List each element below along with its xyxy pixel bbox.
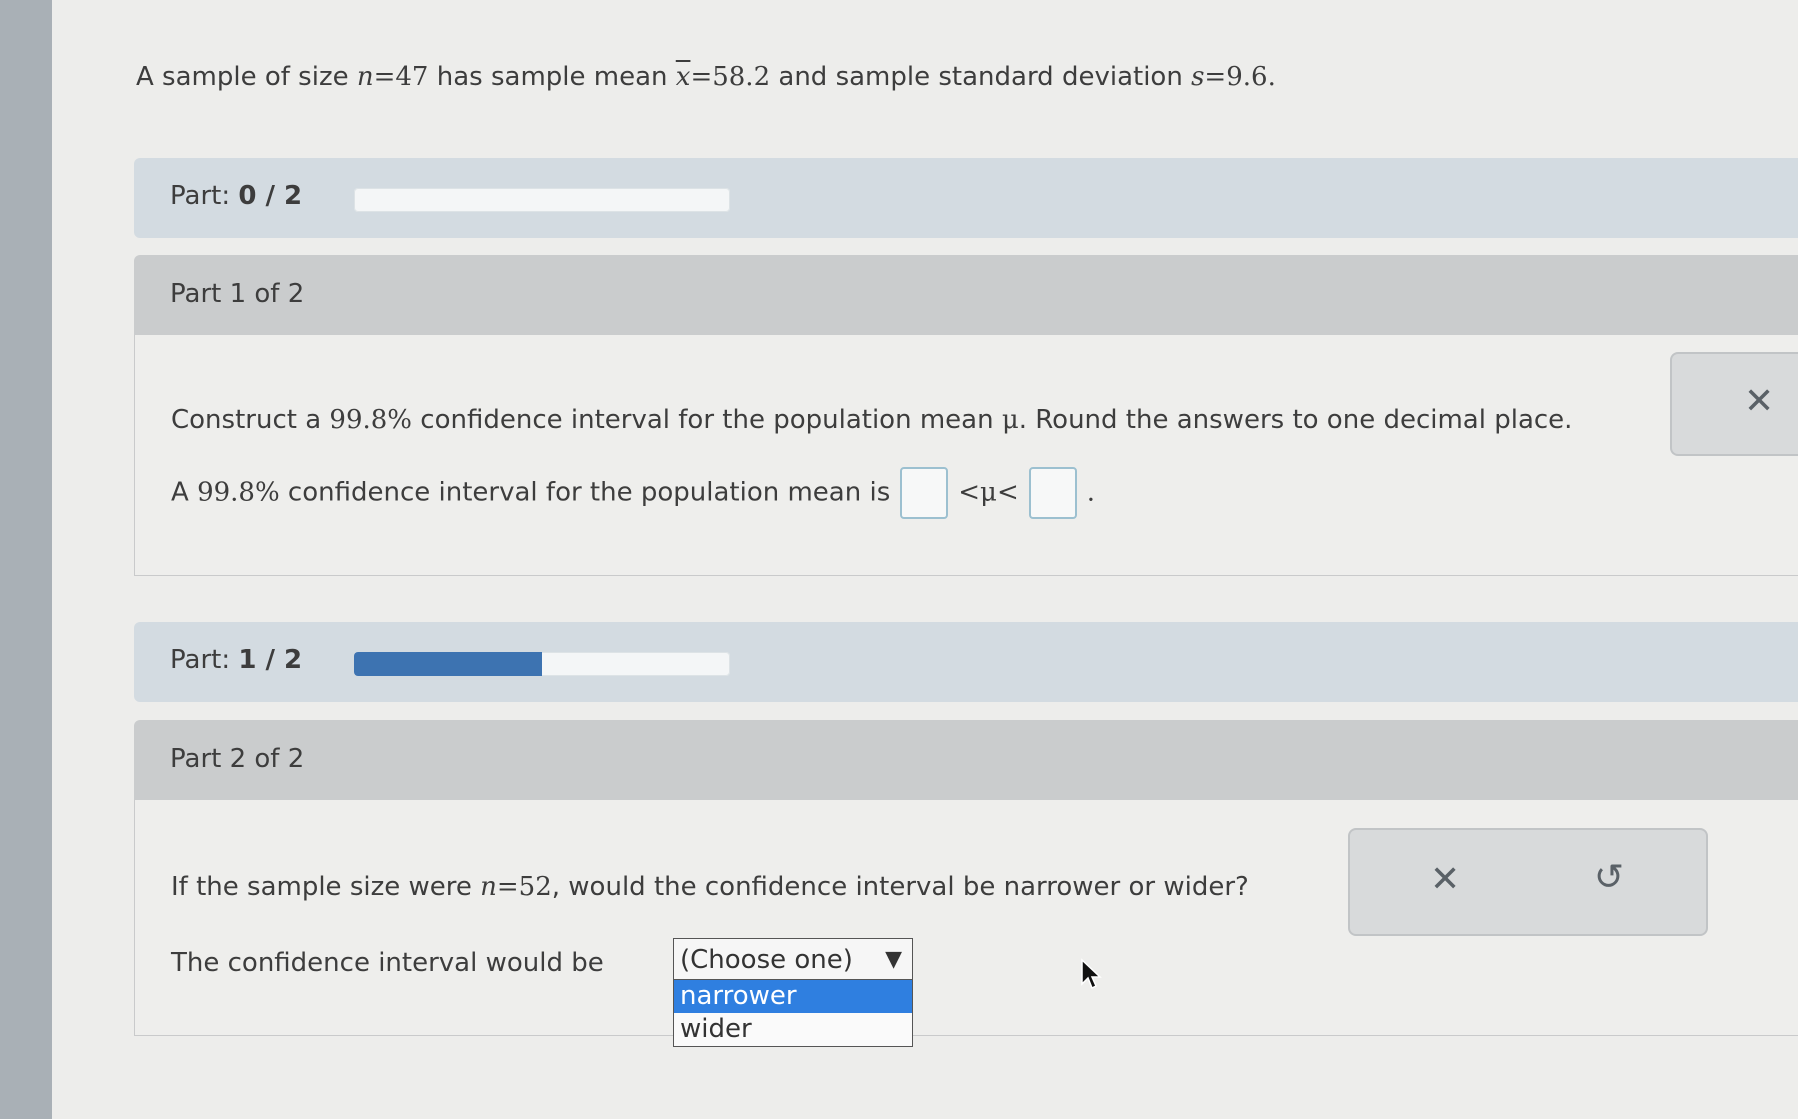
clear-icon[interactable]: ✕ [1430, 862, 1460, 898]
part-status-value: 1 / 2 [238, 645, 303, 675]
answer-text: The confidence interval would be [171, 948, 604, 978]
n-value: =47 [373, 62, 429, 92]
part-status-text: Part: [170, 645, 239, 675]
part-2-header: Part 2 of 2 [134, 720, 1798, 800]
select-dropdown: narrower wider [673, 980, 913, 1047]
problem-text: and sample standard deviation [770, 62, 1192, 92]
part-1-body: Construct a 99.8% confidence interval fo… [134, 335, 1798, 576]
option-narrower[interactable]: narrower [674, 980, 912, 1013]
page: A sample of size n=47 has sample mean x=… [52, 0, 1798, 1119]
s-value: =9.6 [1204, 62, 1268, 92]
confidence-level: 99.8% [329, 405, 413, 435]
option-wider[interactable]: wider [674, 1013, 912, 1046]
part-status-label: Part: 1 / 2 [170, 645, 302, 675]
n-variable: n [480, 872, 497, 902]
part-status-value: 0 / 2 [238, 181, 303, 211]
xbar-value: =58.2 [690, 62, 771, 92]
problem-text: A sample of size [136, 62, 357, 92]
question-text: If the sample size were [171, 872, 481, 902]
upper-bound-input[interactable] [1028, 467, 1077, 519]
part-status-bar: Part: 1 / 2 [134, 622, 1798, 702]
problem-statement: A sample of size n=47 has sample mean x=… [136, 62, 1276, 92]
problem-text: has sample mean [428, 62, 676, 92]
s-variable: s [1191, 62, 1205, 92]
progress-bar [354, 652, 730, 676]
part-1-question: Construct a 99.8% confidence interval fo… [171, 405, 1572, 435]
progress-fill [354, 652, 542, 676]
answer-period: . [1086, 477, 1095, 508]
n-variable: n [356, 62, 374, 92]
part-2-answer-label: The confidence interval would be [171, 948, 604, 978]
select-value: (Choose one) [680, 945, 853, 975]
part-2-question: If the sample size were n=52, would the … [171, 872, 1249, 902]
mu-symbol: μ [1001, 405, 1019, 435]
part-1-header: Part 1 of 2 [134, 255, 1798, 335]
n-value: =52 [496, 872, 552, 902]
part-2-tool-panel: ✕ ↺ [1348, 828, 1708, 936]
mouse-pointer-icon [1081, 958, 1102, 990]
question-text: . Round the answers to one decimal place… [1018, 405, 1573, 435]
confidence-level: 99.8% [197, 477, 280, 508]
inequality-symbol: <μ< [958, 477, 1019, 508]
part-status-bar: Part: 0 / 2 [134, 158, 1798, 238]
choose-one-select[interactable]: (Choose one) ▼ [673, 938, 913, 980]
part-1-tool-panel: ✕ [1670, 352, 1798, 456]
caret-down-icon: ▼ [885, 947, 902, 972]
question-text: , would the confidence interval be narro… [551, 872, 1249, 902]
interval-select: (Choose one) ▼ narrower wider [673, 938, 913, 1047]
undo-icon[interactable]: ↺ [1594, 860, 1624, 896]
part-2-title: Part 2 of 2 [170, 744, 305, 774]
part-1-answer-line: A 99.8% confidence interval for the popu… [171, 467, 1095, 519]
lower-bound-input[interactable] [900, 467, 949, 519]
answer-text: confidence interval for the population m… [279, 477, 891, 508]
problem-period: . [1267, 62, 1276, 92]
part-status-label: Part: 0 / 2 [170, 181, 302, 211]
part-status-text: Part: [170, 181, 239, 211]
progress-bar [354, 188, 730, 212]
xbar-variable: x [675, 62, 691, 92]
answer-text: A [171, 477, 198, 508]
clear-icon[interactable]: ✕ [1744, 384, 1774, 420]
part-1-title: Part 1 of 2 [170, 279, 305, 309]
question-text: Construct a [171, 405, 330, 435]
question-text: confidence interval for the population m… [412, 405, 1002, 435]
